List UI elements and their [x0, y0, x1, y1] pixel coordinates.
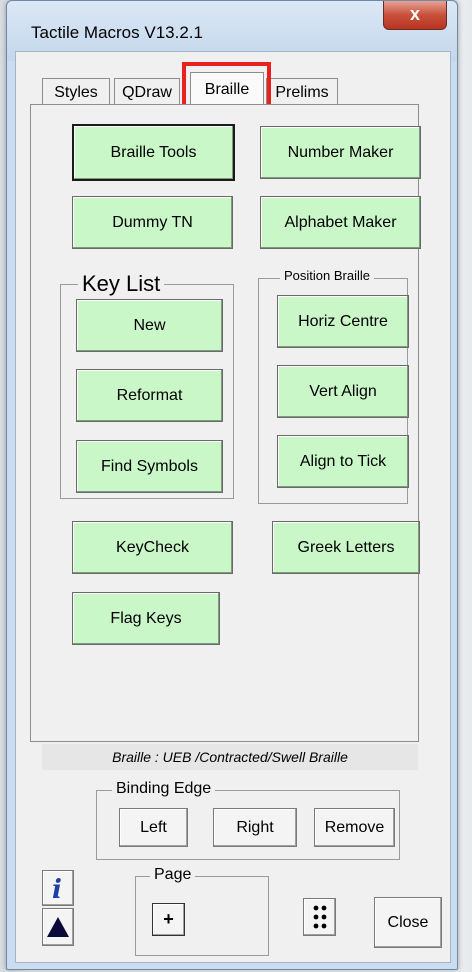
- binding-left-button[interactable]: Left: [119, 808, 188, 847]
- info-button[interactable]: i: [42, 870, 74, 906]
- close-button[interactable]: Close: [374, 897, 442, 948]
- braille-cell-icon: [313, 905, 326, 929]
- triangle-up-icon: [47, 917, 69, 937]
- info-icon: i: [52, 875, 62, 902]
- close-window-button[interactable]: x: [383, 1, 447, 30]
- dummy-tn-button[interactable]: Dummy TN: [72, 196, 233, 249]
- tab-styles[interactable]: Styles: [42, 78, 110, 107]
- svg-text:i: i: [52, 875, 62, 902]
- binding-remove-button[interactable]: Remove: [314, 808, 395, 847]
- braille-status-text: Braille : UEB /Contracted/Swell Braille: [42, 744, 418, 770]
- triangle-button[interactable]: [42, 908, 74, 946]
- vert-align-button[interactable]: Vert Align: [277, 365, 409, 418]
- alphabet-maker-button[interactable]: Alphabet Maker: [260, 196, 421, 249]
- find-symbols-button[interactable]: Find Symbols: [76, 440, 223, 493]
- page-label: Page: [150, 866, 196, 884]
- braille-tools-button[interactable]: Braille Tools: [72, 124, 235, 181]
- keycheck-button[interactable]: KeyCheck: [72, 521, 233, 574]
- window-title: Tactile Macros V13.2.1: [31, 23, 203, 42]
- page-plus-button[interactable]: +: [152, 903, 185, 936]
- key-list-label: Key List: [78, 271, 165, 297]
- binding-right-button[interactable]: Right: [213, 808, 297, 847]
- number-maker-button[interactable]: Number Maker: [260, 126, 421, 179]
- position-braille-label: Position Braille: [280, 268, 374, 283]
- greek-letters-button[interactable]: Greek Letters: [272, 521, 420, 574]
- horiz-centre-button[interactable]: Horiz Centre: [277, 295, 409, 348]
- tab-prelims[interactable]: Prelims: [266, 78, 338, 107]
- new-key-button[interactable]: New: [76, 299, 223, 352]
- binding-edge-label: Binding Edge: [112, 780, 216, 798]
- tab-qdraw[interactable]: QDraw: [114, 78, 180, 107]
- braille-cell-button[interactable]: [303, 898, 336, 936]
- align-to-tick-button[interactable]: Align to Tick: [277, 435, 409, 488]
- reformat-button[interactable]: Reformat: [76, 369, 223, 422]
- flag-keys-button[interactable]: Flag Keys: [72, 592, 220, 645]
